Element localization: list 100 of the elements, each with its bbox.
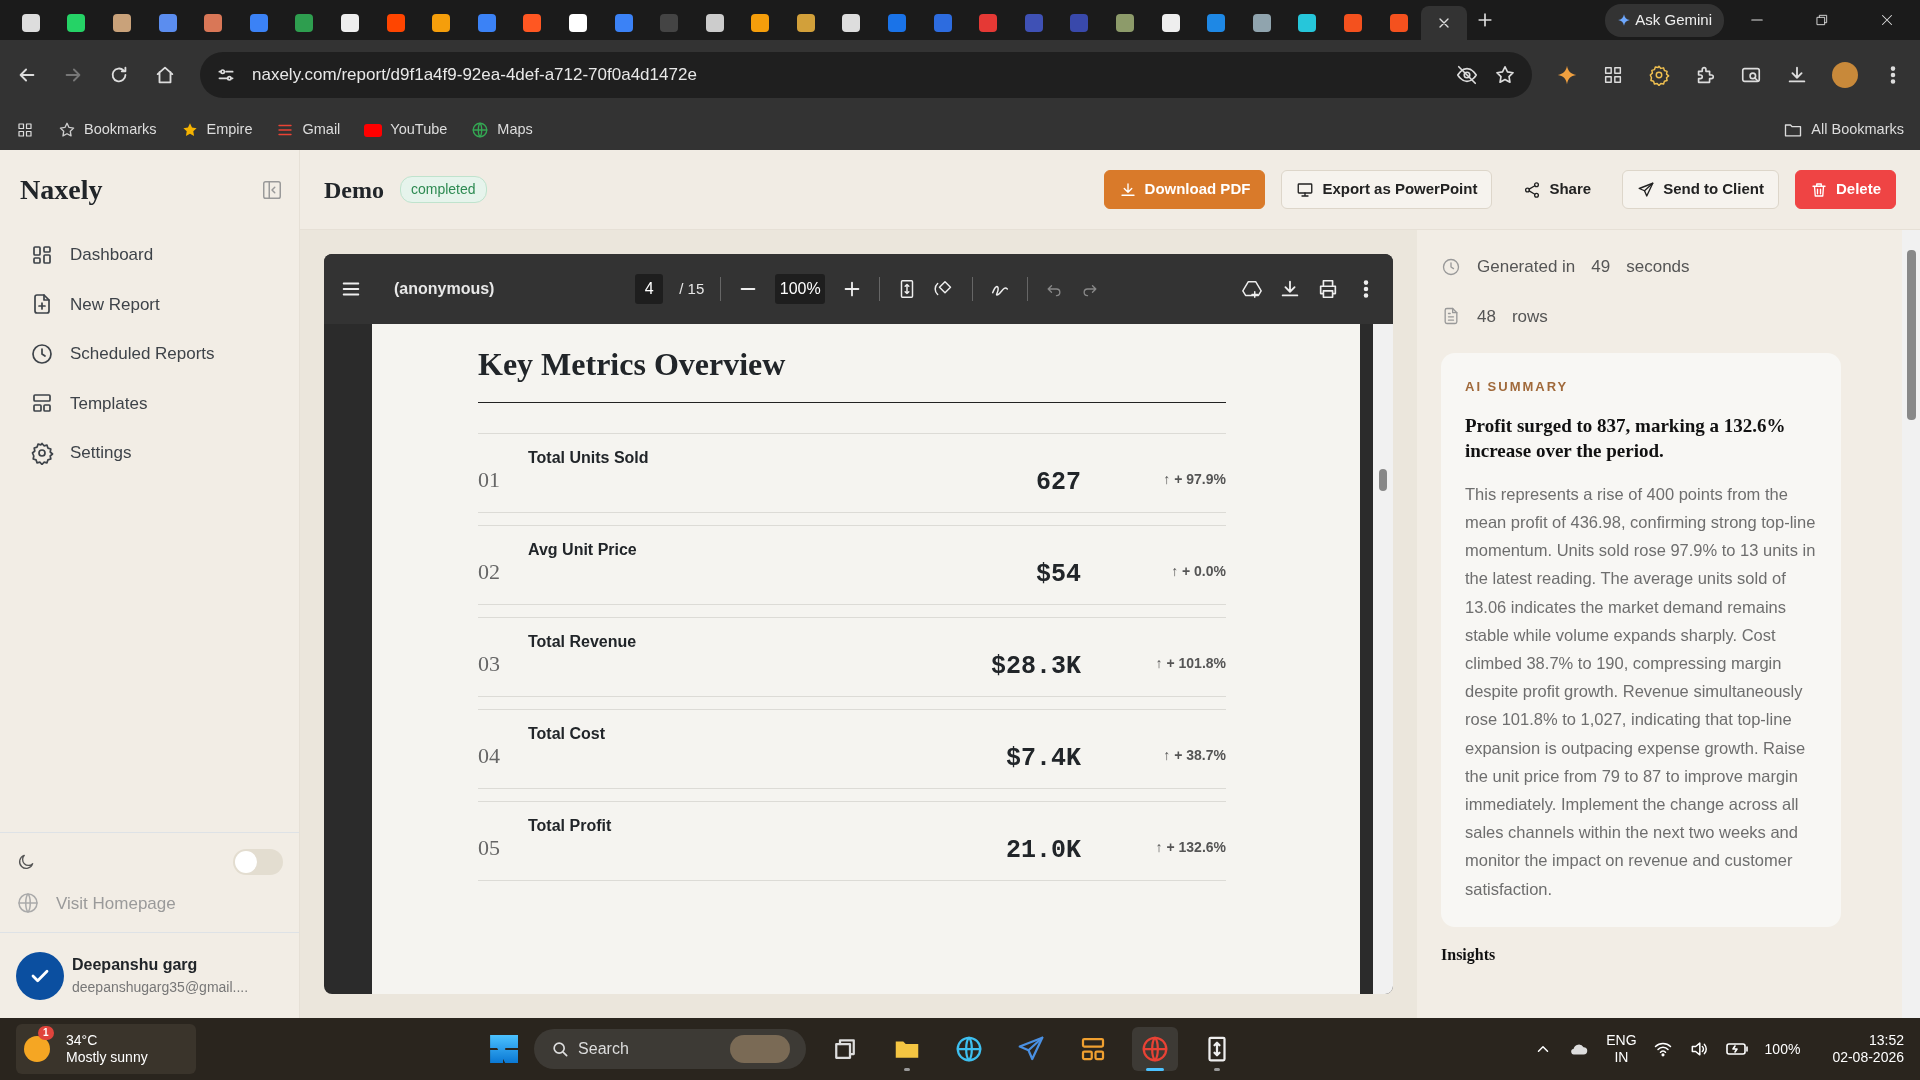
taskbar-app[interactable]	[1132, 1027, 1179, 1071]
metric-change: ↑ + 0.0%	[1170, 561, 1226, 581]
favicon-icon	[204, 14, 223, 32]
temperature: 34°C	[66, 1031, 99, 1049]
language-indicator[interactable]: ENG IN	[1606, 1031, 1637, 1067]
taskbar-search-field[interactable]: Search	[534, 1029, 807, 1069]
favicon-icon	[158, 14, 177, 32]
globe-icon	[16, 891, 40, 916]
download-icon	[1118, 180, 1137, 199]
favicon-icon	[1161, 14, 1180, 32]
metric-index: 04	[478, 741, 501, 770]
favicon-icon	[614, 14, 633, 32]
metric-label: Total Units Sold	[528, 448, 649, 468]
ask-gemini-button[interactable]: Ask Gemini	[1605, 4, 1724, 37]
bookmark-link[interactable]: Gmail	[276, 119, 341, 141]
favicon-icon	[888, 14, 907, 32]
favicon-icon	[21, 14, 40, 32]
time: 13:52	[1868, 1031, 1904, 1049]
favicon-icon	[1070, 14, 1089, 32]
sidebar-item[interactable]: Settings	[8, 428, 291, 478]
summary-text: This represents a rise of 400 points from the mean profit of 436.98, confirming strong top-line momentum. Units sold rose 97.9% to 13 units in the latest reading. The average units sold of 13.06 indicates the market demand remains stable while volume expands sharply. Cost climbed 38.7% to 190, compressing margin despite profit growth. Revenue simultaneously rose 101.8% to 1,027, indicating that top-line expansion is outpacing expense growth. Raise the unit price from 79 to 87 to improve margin immediately. Implement the change across all sales channels within the next two weeks and monitor the impact on revenue and customer satisfaction.	[1465, 483, 1817, 900]
zoom-field[interactable]: 100%	[775, 274, 826, 304]
metric-value: 21.0K	[1006, 835, 1081, 868]
eye-off-icon[interactable]	[1456, 64, 1478, 86]
sidebar-item[interactable]: Scheduled Reports	[8, 329, 291, 379]
document-title: (anonymous)	[394, 279, 495, 299]
favicon-icon	[386, 14, 405, 32]
user-name: Deepanshu garg	[72, 955, 199, 975]
metric-value: $54	[1036, 559, 1081, 592]
bookmark-link[interactable]: Maps	[471, 119, 533, 141]
home-icon[interactable]	[154, 64, 176, 86]
status-badge: completed	[400, 176, 487, 203]
action-button[interactable]: Share	[1508, 170, 1607, 209]
metric-label: Avg Unit Price	[528, 540, 637, 560]
favicon-icon	[249, 14, 268, 32]
favicon-icon	[1389, 14, 1408, 32]
weather-icon	[24, 1036, 50, 1062]
metric-label: Total Profit	[528, 816, 612, 836]
bookmark-link[interactable]: Bookmarks	[58, 119, 157, 141]
url-text[interactable]: naxely.com/report/d9f1a4f9-92ea-4def-a712-70f0a4d1472e	[252, 62, 697, 88]
date: 02-08-2026	[1832, 1049, 1904, 1067]
clock-icon	[1441, 256, 1461, 277]
favicon-icon	[1252, 14, 1271, 32]
metric-index: 02	[478, 557, 501, 586]
favicon-icon	[477, 14, 496, 32]
sidebar-item[interactable]: New Report	[8, 279, 291, 329]
row-unit: rows	[1511, 305, 1548, 328]
favicon-icon	[979, 14, 998, 32]
weather-widget[interactable]: 1 34°C Mostly sunny	[16, 1024, 196, 1074]
favicon-icon	[1024, 14, 1043, 32]
dark-mode-toggle[interactable]	[233, 848, 283, 875]
favicon-icon	[1298, 14, 1317, 32]
favicon-icon	[1344, 14, 1362, 32]
insights-heading: Insights	[1441, 944, 1497, 966]
bookmark-star-icon[interactable]	[1494, 64, 1516, 86]
metric-index: 05	[478, 833, 501, 862]
print-icon[interactable]	[1317, 278, 1339, 300]
favicon-icon	[1207, 14, 1226, 32]
send-icon	[1637, 180, 1656, 199]
bookmark-link[interactable]: Empire	[180, 119, 253, 141]
profile-avatar[interactable]	[1832, 62, 1858, 88]
restore-icon[interactable]	[1814, 12, 1830, 28]
action-button[interactable]: Delete	[1794, 170, 1896, 209]
metric-change: ↑ + 97.9%	[1162, 469, 1226, 489]
brand-logo: Naxely	[19, 173, 103, 207]
user-email: deepanshugarg35@gmail....	[72, 978, 249, 997]
all-bookmarks-link[interactable]: All Bookmarks	[1783, 119, 1904, 141]
action-button[interactable]: Export as PowerPoint	[1281, 170, 1493, 209]
gear-icon	[30, 440, 54, 465]
favicon-icon	[751, 14, 770, 32]
sidebar-item[interactable]: Templates	[8, 378, 291, 428]
action-button[interactable]: Send to Client	[1622, 170, 1779, 209]
generated-value: 49	[1591, 256, 1611, 278]
favicon-icon	[842, 14, 861, 32]
page-number-field[interactable]: 4	[635, 274, 664, 304]
favicon-icon	[295, 14, 314, 32]
favicon-icon	[432, 14, 451, 32]
scrollbar[interactable]	[1373, 324, 1393, 994]
clock-icon	[30, 341, 54, 366]
favicon-icon	[1116, 14, 1135, 32]
scrollbar[interactable]	[1902, 230, 1920, 1018]
weather-text: Mostly sunny	[66, 1049, 148, 1067]
favicon-icon	[933, 14, 952, 32]
metric-index: 01	[478, 465, 501, 494]
trash-icon	[1809, 180, 1828, 199]
apps-icon[interactable]	[16, 121, 34, 139]
favicon-icon	[705, 14, 724, 32]
row-count: 48	[1477, 305, 1496, 328]
metric-label: Total Revenue	[528, 632, 637, 652]
generated-label: Generated in	[1477, 256, 1576, 278]
battery-percent: 100%	[1764, 1039, 1801, 1059]
favicon-icon	[523, 14, 542, 32]
summary-headline: Profit surged to 837, marking a 132.6% increase over the period.	[1465, 413, 1787, 464]
metric-label: Total Cost	[528, 724, 606, 744]
sidebar-item[interactable]: Dashboard	[8, 230, 291, 280]
clock[interactable]: 13:52 02-08-2026	[1832, 1031, 1904, 1067]
windows-icon[interactable]	[490, 1035, 519, 1063]
gear-icon[interactable]	[1648, 64, 1670, 86]
page-heading: Key Metrics Overview	[478, 340, 1226, 403]
bookmark-link[interactable]: YouTube	[364, 119, 448, 141]
